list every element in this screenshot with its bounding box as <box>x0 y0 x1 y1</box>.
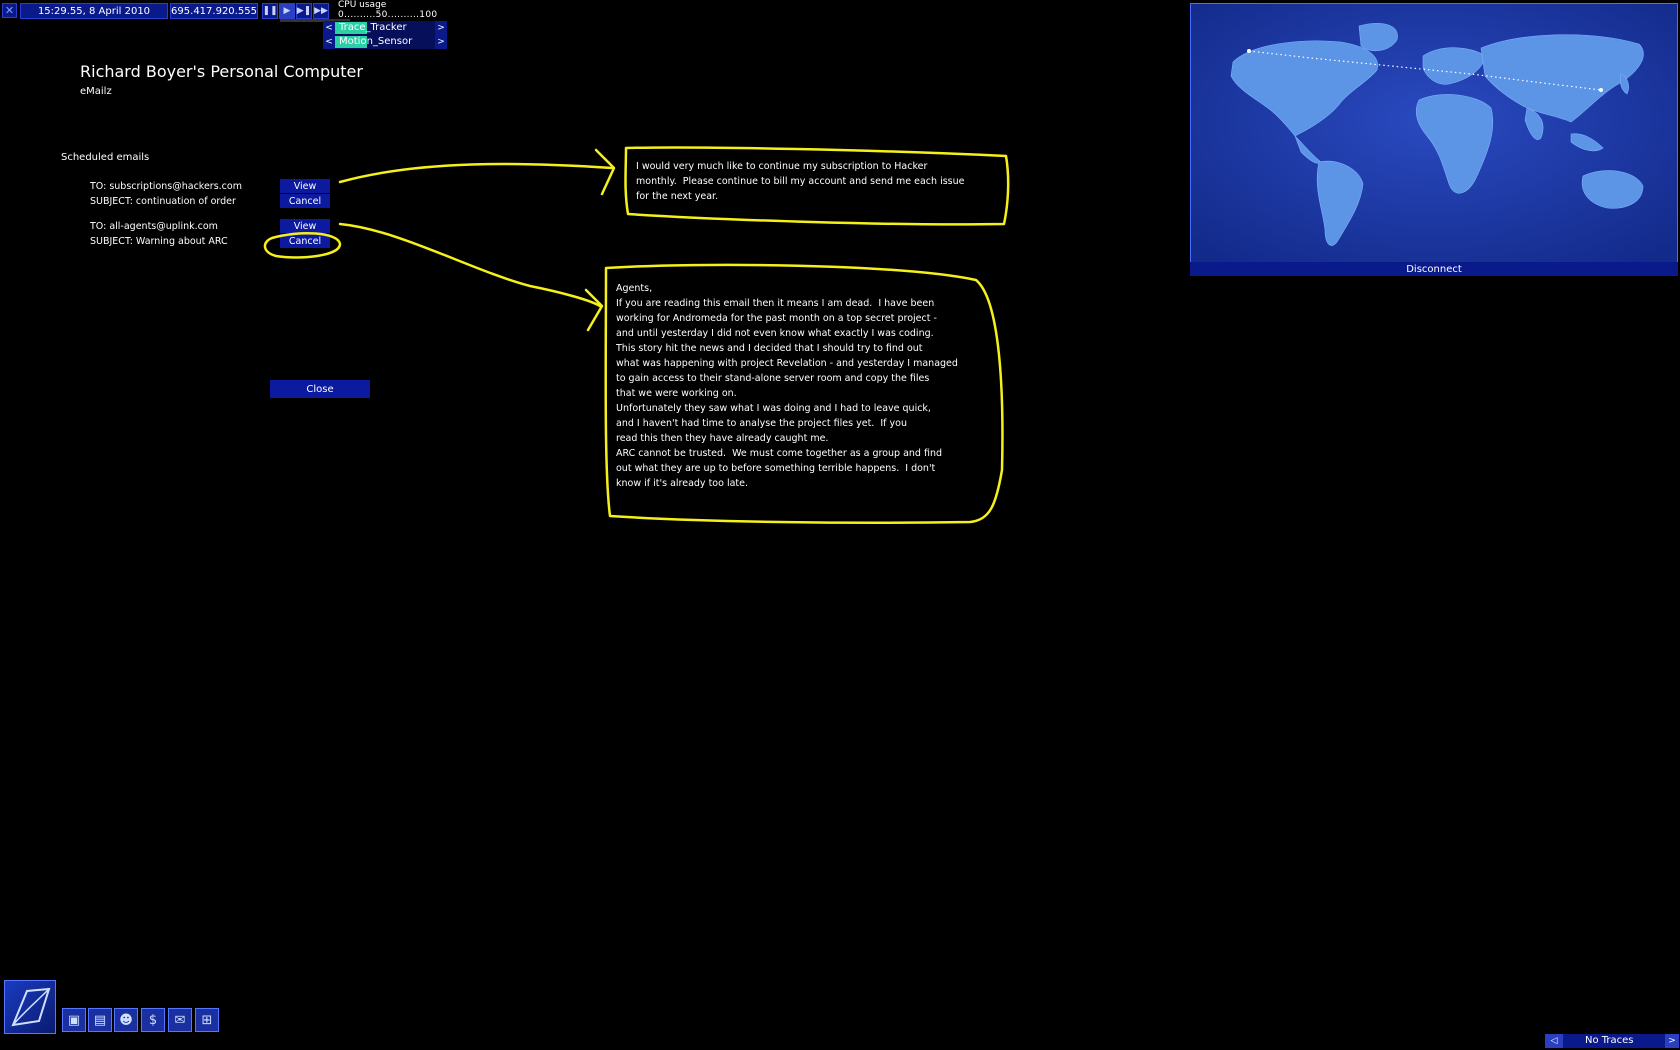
uplink-logo-graphic <box>11 987 51 1027</box>
storage-icon[interactable]: ▤ <box>88 1008 112 1032</box>
traces-label: No Traces <box>1585 1035 1634 1046</box>
world-map-graphic <box>1191 4 1677 262</box>
traces-prev-button[interactable]: ◁ <box>1545 1034 1563 1048</box>
world-map[interactable] <box>1190 3 1678 263</box>
uplink-logo-icon[interactable] <box>4 980 56 1034</box>
network-icon[interactable]: ⊞ <box>195 1008 219 1032</box>
computer-icon[interactable]: ▣ <box>62 1008 86 1032</box>
trace-status: ◁ No Traces > <box>1545 1034 1679 1048</box>
agent-icon[interactable]: ☻ <box>114 1008 138 1032</box>
email-icon[interactable]: ✉ <box>168 1008 192 1032</box>
email-preview-2: Agents, If you are reading this email th… <box>616 283 958 489</box>
connection-node <box>1247 49 1251 53</box>
finance-icon[interactable]: $ <box>141 1008 165 1032</box>
annotation-circle-cancel <box>263 232 342 259</box>
traces-next-button[interactable]: > <box>1665 1034 1679 1048</box>
disconnect-button[interactable]: Disconnect <box>1190 262 1678 276</box>
connection-node <box>1599 88 1603 92</box>
email-preview-1: I would very much like to continue my su… <box>636 161 965 202</box>
annotation-arrow-1 <box>338 162 614 184</box>
annotation-arrow-2 <box>338 222 602 308</box>
annotation-arrowhead-1 <box>594 148 616 196</box>
annotation-arrowhead-2 <box>584 288 604 332</box>
